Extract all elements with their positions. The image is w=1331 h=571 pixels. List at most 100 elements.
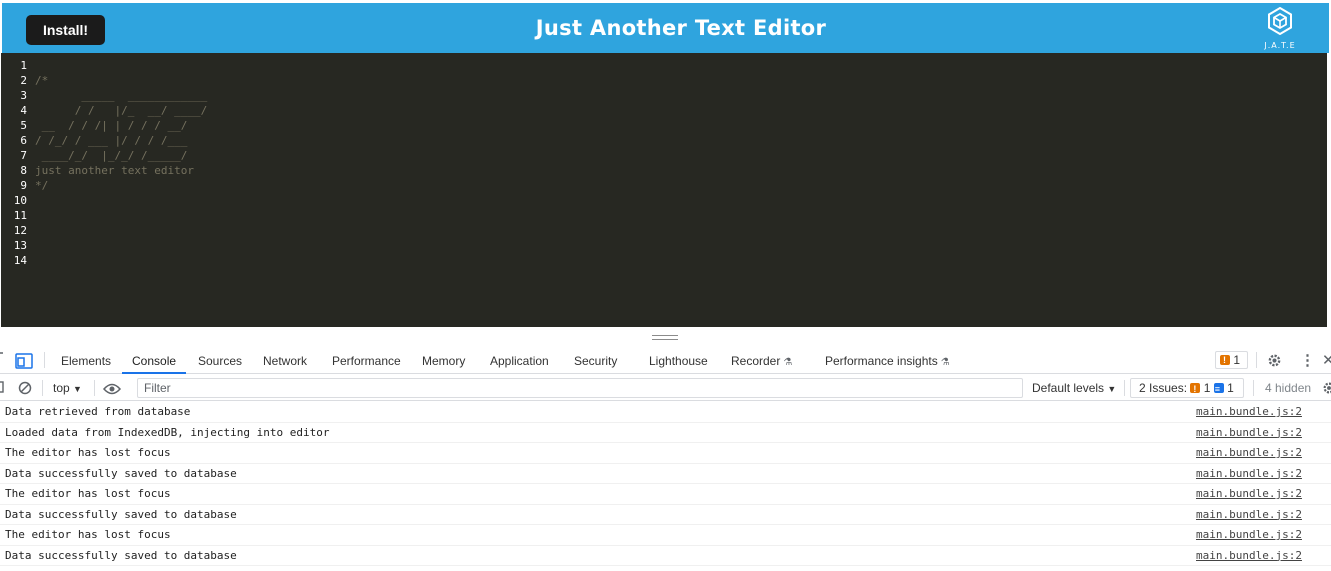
code-editor[interactable]: 1 2 3 4 5 6 7 8 9 10 11 12 13 14 /* ____… [1, 53, 1327, 327]
console-log-area: Data retrieved from database main.bundle… [0, 402, 1331, 571]
tab-memory[interactable]: Memory [422, 347, 465, 374]
tab-network[interactable]: Network [263, 347, 307, 374]
log-entry: The editor has lost focus main.bundle.js… [0, 484, 1331, 505]
warning-icon [1220, 352, 1230, 368]
app-logo: J.A.T.E [1257, 7, 1303, 51]
devtools-panel: Elements Console Sources Network Perform… [0, 327, 1331, 571]
log-message: The editor has lost focus [5, 528, 171, 541]
sidebar-toggle-icon[interactable] [0, 375, 5, 401]
log-source-link[interactable]: main.bundle.js:2 [1196, 487, 1302, 500]
log-message: Loaded data from IndexedDB, injecting in… [5, 425, 330, 439]
devtools-tab-bar: Elements Console Sources Network Perform… [0, 347, 1331, 374]
code-content[interactable]: /* _____ ____________ / / |/_ __/ ____/ … [35, 58, 207, 268]
log-message: The editor has lost focus [5, 487, 171, 500]
issues-counter-button[interactable]: 1 [1215, 351, 1248, 369]
gear-icon[interactable] [1267, 353, 1282, 371]
code-line[interactable]: */ [35, 178, 207, 193]
devtools-resize-bar[interactable] [0, 327, 1331, 347]
chevron-down-icon: ▼ [73, 384, 82, 394]
log-levels-dropdown[interactable]: Default levels ▼ [1032, 375, 1116, 401]
flask-icon: ⚗ [940, 357, 950, 368]
code-line[interactable]: / /_/ / ___ |/ / / /___ [35, 133, 207, 148]
log-source-link[interactable]: main.bundle.js:2 [1196, 549, 1302, 562]
warning-icon [1190, 380, 1201, 398]
line-number: 6 [20, 134, 27, 147]
info-message-icon [1213, 380, 1224, 398]
divider [1253, 380, 1254, 396]
flask-icon: ⚗ [783, 357, 793, 368]
close-icon[interactable]: ✕ [1322, 347, 1331, 374]
tab-console[interactable]: Console [122, 347, 187, 374]
chevron-down-icon: ▼ [1107, 384, 1117, 394]
line-number: 5 [20, 119, 27, 132]
tab-performance-insights-label: Performance insights [825, 354, 938, 368]
line-number: 4 [20, 104, 27, 117]
tab-performance[interactable]: Performance [332, 347, 401, 374]
log-entry: Data successfully saved to database main… [0, 464, 1331, 484]
drag-handle-icon[interactable] [652, 335, 678, 340]
code-line[interactable] [35, 253, 207, 268]
clear-console-icon[interactable] [18, 381, 32, 398]
code-line[interactable]: /* [35, 73, 207, 88]
console-settings-gear-icon[interactable] [1322, 381, 1331, 398]
line-number: 1 [20, 59, 27, 72]
tab-elements[interactable]: Elements [61, 347, 111, 374]
issues-counter: 1 [1233, 353, 1241, 367]
code-line[interactable] [35, 223, 207, 238]
filter-input[interactable] [137, 378, 1023, 398]
code-line[interactable]: just another text editor [35, 163, 207, 178]
tab-application[interactable]: Application [490, 347, 549, 374]
line-number-gutter: 1 2 3 4 5 6 7 8 9 10 11 12 13 14 [1, 58, 31, 268]
log-source-link[interactable]: main.bundle.js:2 [1196, 528, 1302, 541]
code-line[interactable]: ____/_/ |_/_/ /_____/ [35, 148, 207, 163]
divider [44, 352, 45, 368]
context-selector[interactable]: top ▼ [53, 375, 82, 401]
code-line[interactable]: __ / / /| | / / / __/ [35, 118, 207, 133]
code-line[interactable]: _____ ____________ [35, 88, 207, 103]
log-source-link[interactable]: main.bundle.js:2 [1196, 426, 1302, 439]
log-entry: Loaded data from IndexedDB, injecting in… [0, 423, 1331, 443]
log-message: Data successfully saved to database [5, 466, 237, 480]
tab-sources[interactable]: Sources [198, 347, 242, 374]
issues-button[interactable]: 2 Issues: 1 1 [1130, 378, 1244, 398]
context-label: top [53, 381, 70, 395]
log-message: Data successfully saved to database [5, 548, 237, 562]
line-number: 10 [13, 194, 27, 207]
divider [1256, 352, 1257, 368]
log-message: Data successfully saved to database [5, 507, 237, 521]
log-levels-label: Default levels [1032, 381, 1105, 395]
line-number: 8 [20, 164, 27, 177]
device-toolbar-icon[interactable] [15, 353, 33, 372]
code-line[interactable] [35, 208, 207, 223]
kebab-menu-icon[interactable]: ⋮ [1300, 347, 1315, 374]
log-source-link[interactable]: main.bundle.js:2 [1196, 467, 1302, 480]
log-entry: Data retrieved from database main.bundle… [0, 402, 1331, 423]
log-entry: Data successfully saved to database main… [0, 546, 1331, 566]
code-line[interactable]: / / |/_ __/ ____/ [35, 103, 207, 118]
issues-label: 2 Issues: [1139, 381, 1188, 395]
divider [94, 380, 95, 396]
line-number: 13 [13, 239, 27, 252]
tab-security[interactable]: Security [574, 347, 617, 374]
line-number: 9 [20, 179, 27, 192]
tab-lighthouse[interactable]: Lighthouse [649, 347, 708, 374]
line-number: 12 [13, 224, 27, 237]
log-entry: The editor has lost focus main.bundle.js… [0, 525, 1331, 546]
app-title: Just Another Text Editor [535, 16, 827, 40]
app-header: Install! Just Another Text Editor J.A.T.… [0, 0, 1331, 53]
inspect-element-icon[interactable] [0, 347, 6, 374]
log-message: Data retrieved from database [5, 405, 191, 418]
code-line[interactable] [35, 193, 207, 208]
log-message: The editor has lost focus [5, 446, 171, 459]
log-source-link[interactable]: main.bundle.js:2 [1196, 405, 1302, 418]
log-source-link[interactable]: main.bundle.js:2 [1196, 508, 1302, 521]
line-number: 3 [20, 89, 27, 102]
log-source-link[interactable]: main.bundle.js:2 [1196, 446, 1302, 459]
divider [1124, 380, 1125, 396]
tab-performance-insights[interactable]: Performance insights ⚗ [825, 347, 950, 374]
code-line[interactable] [35, 58, 207, 73]
code-line[interactable] [35, 238, 207, 253]
tab-recorder[interactable]: Recorder ⚗ [731, 347, 792, 374]
log-entry: The editor has lost focus main.bundle.js… [0, 443, 1331, 464]
eye-icon[interactable] [102, 382, 122, 398]
